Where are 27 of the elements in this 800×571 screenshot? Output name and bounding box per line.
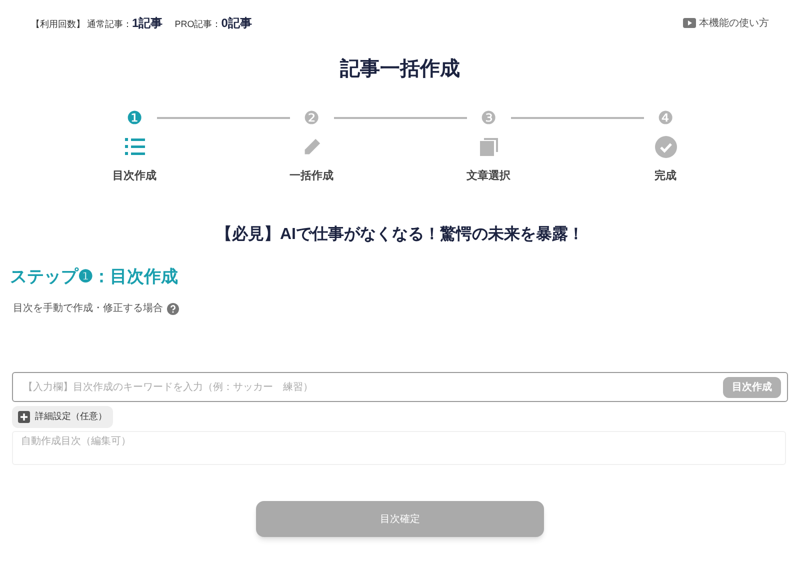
help-link[interactable]: 本機能の使い方 bbox=[683, 16, 769, 30]
pencil-icon bbox=[302, 138, 320, 156]
outline-field[interactable]: 自動作成目次（編集可） bbox=[12, 431, 786, 465]
step-label: 目次作成 bbox=[112, 168, 156, 184]
help-icon[interactable] bbox=[167, 302, 179, 314]
step-number: ❹ bbox=[656, 108, 674, 128]
step-number: ❷ bbox=[302, 108, 320, 128]
page-title: 記事一括作成 bbox=[338, 57, 461, 82]
step-label: 完成 bbox=[654, 168, 676, 184]
check-circle-icon bbox=[654, 136, 676, 158]
article-title: 【必見】AIで仕事がなくなる！驚愕の未来を暴露！ bbox=[215, 224, 585, 244]
video-play-icon bbox=[683, 18, 696, 28]
usage-count: 0記事 bbox=[221, 15, 252, 32]
usage-type: PRO記事： bbox=[174, 18, 222, 31]
copy-icon bbox=[478, 137, 498, 157]
numbered-list-icon bbox=[124, 137, 144, 157]
step-number: ❶ bbox=[126, 108, 144, 128]
usage-type: 通常記事： bbox=[87, 18, 132, 31]
section-heading: ステップ❶：目次作成 bbox=[10, 266, 179, 288]
usage-count: 1記事 bbox=[132, 15, 163, 32]
usage-label: 【利用回数】 bbox=[31, 18, 85, 31]
plus-icon bbox=[18, 411, 30, 423]
detail-settings-button[interactable]: 詳細設定（任意） bbox=[12, 406, 113, 428]
step-number: ❸ bbox=[480, 108, 498, 128]
step-label: 文章選択 bbox=[466, 168, 510, 184]
step-label: 一括作成 bbox=[290, 168, 334, 184]
manual-edit-note: 目次を手動で作成・修正する場合 bbox=[13, 302, 163, 316]
